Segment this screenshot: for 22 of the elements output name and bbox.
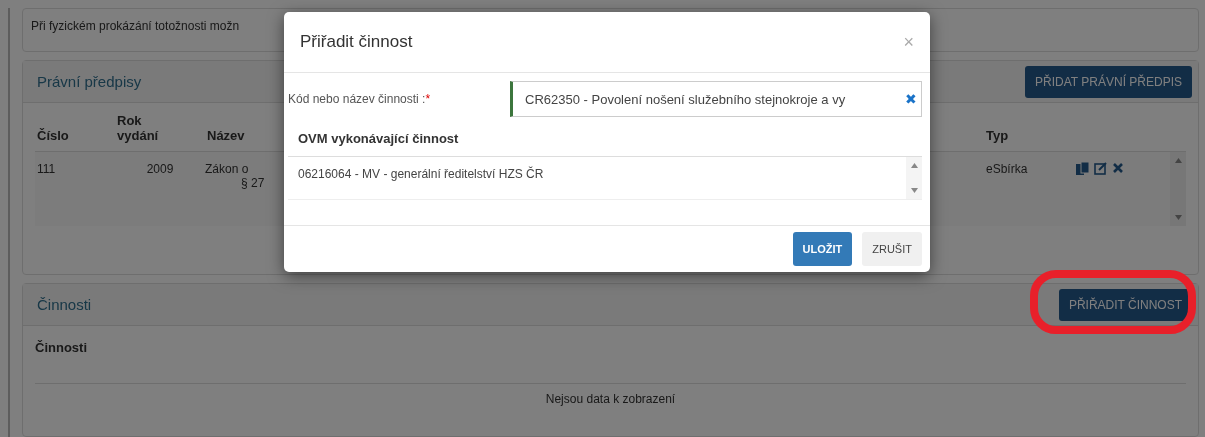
scroll-up-icon[interactable] [1174, 158, 1182, 163]
info-text: Při fyzickém prokázání totožnosti možn [31, 19, 240, 33]
scroll-down-icon[interactable] [1174, 215, 1182, 220]
copy-icon[interactable] [1076, 162, 1090, 175]
save-button[interactable]: ULOŽIT [792, 232, 853, 266]
empty-message: Nejsou data k zobrazení [544, 391, 677, 408]
delete-icon[interactable] [1112, 162, 1124, 174]
list-heading: OVM vykonávající činnost [288, 117, 922, 157]
scroll-down-icon[interactable] [910, 188, 918, 193]
scroll-up-icon[interactable] [910, 163, 918, 168]
activity-field[interactable]: CR62350 - Povolení nošení služebního stejnokroje a vy ✖ [510, 81, 922, 117]
dialog-title: Přiřadit činnost [300, 32, 413, 52]
table-heading: Činnosti [35, 340, 1186, 384]
scrollbar[interactable] [906, 157, 922, 199]
scrollbar[interactable] [1170, 152, 1186, 226]
panel-title: Právní předpisy [37, 73, 142, 90]
add-legal-button[interactable]: PŘIDAT PRÁVNÍ PŘEDPIS [1025, 65, 1192, 98]
edit-icon[interactable] [1094, 162, 1108, 175]
panel-title: Činnosti [37, 296, 92, 313]
list-item[interactable]: 06216064 - MV - generální ředitelství HZS ČR [288, 157, 906, 191]
cancel-button[interactable]: ZRUŠIT [862, 232, 922, 266]
field-label: Kód nebo název činnosti :* [288, 92, 432, 106]
